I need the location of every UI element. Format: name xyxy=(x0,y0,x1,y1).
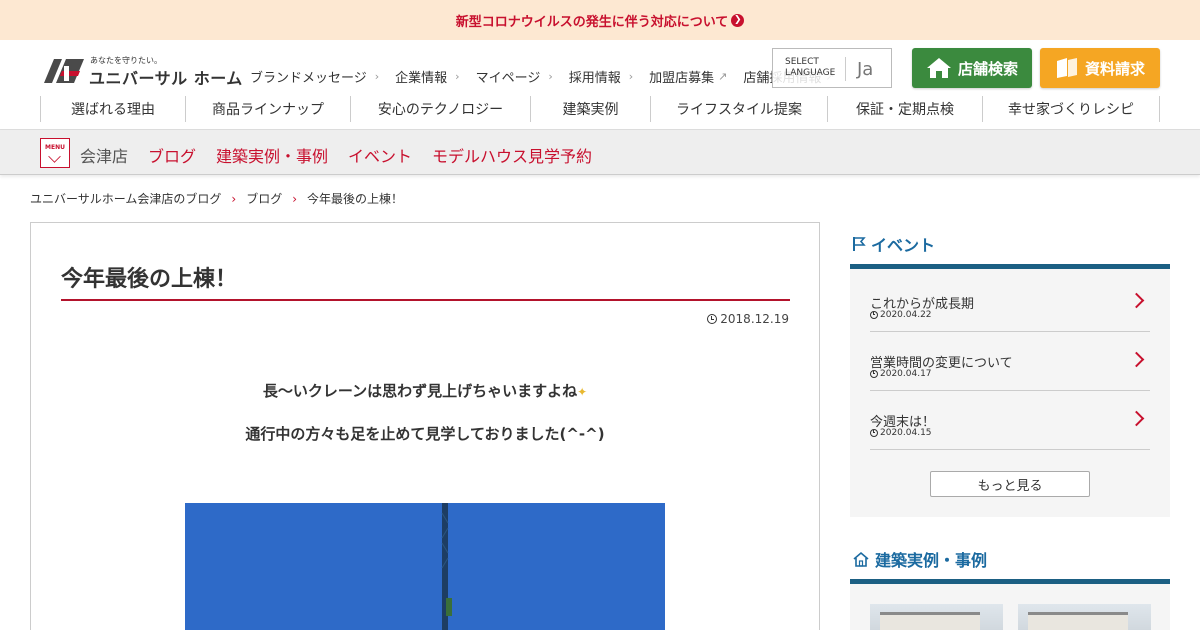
site-header: あなたを守りたい。 ユニバーサル ホーム ブランドメッセージ › 企業情報 › マイ… xyxy=(0,40,1200,130)
events-list: これからが成長期 2020.04.22 営業時間の変更について 2020.04.… xyxy=(850,269,1170,517)
menu-button[interactable]: MENU xyxy=(40,138,70,168)
main-nav-item[interactable]: 商品ラインナップ xyxy=(185,96,350,122)
events-heading: イベント xyxy=(852,232,935,256)
covid-notice-link[interactable]: 新型コロナウイルスの発生に伴う対応について ❯ xyxy=(456,11,745,30)
event-item[interactable]: 営業時間の変更について 2020.04.17 xyxy=(870,332,1150,391)
case-thumbnail[interactable] xyxy=(870,604,1003,630)
store-link-model-house[interactable]: モデルハウス見学予約 xyxy=(432,143,592,167)
breadcrumb-current: 今年最後の上棟！ xyxy=(307,192,404,206)
utility-nav: ブランドメッセージ› 企業情報› マイページ› 採用情報› 加盟店募集↗ 店舗採… xyxy=(250,67,851,86)
chevron-right-icon xyxy=(1128,351,1145,368)
chevron-right-icon: › xyxy=(628,70,634,83)
request-docs-button[interactable]: 資料請求 xyxy=(1040,48,1160,88)
nav-label: 採用情報 xyxy=(568,71,621,86)
chevron-right-icon: › xyxy=(292,191,298,206)
divider xyxy=(845,57,846,81)
breadcrumb-item[interactable]: ユニバーサルホーム会津店のブログ xyxy=(30,190,221,207)
nav-label: マイページ xyxy=(475,71,541,86)
nav-company-info[interactable]: 企業情報 › xyxy=(395,67,459,86)
store-link-blog[interactable]: ブログ xyxy=(148,143,196,167)
language-select-label: SELECT LANGUAGE xyxy=(785,57,836,78)
site-logo[interactable]: あなたを守りたい。 ユニバーサル ホーム xyxy=(40,53,242,88)
article-title: 今年最後の上棟！ xyxy=(61,267,238,292)
nav-label: ブランドメッセージ xyxy=(250,71,367,86)
article-paragraph: 長～いクレーンは思わず見上げちゃいますよね✦ xyxy=(262,382,588,400)
event-item[interactable]: 今週末は！ 2020.04.15 xyxy=(870,391,1150,450)
flag-icon xyxy=(853,237,866,251)
store-search-button[interactable]: 店舗検索 xyxy=(912,48,1032,88)
clock-icon xyxy=(870,429,878,437)
store-name: 会津店 xyxy=(80,147,129,166)
event-date: 2020.04.15 xyxy=(870,428,932,438)
nav-label: 加盟店募集 xyxy=(649,71,715,86)
main-nav-item[interactable]: 選ばれる理由 xyxy=(40,96,185,122)
nav-recruit[interactable]: 採用情報 › xyxy=(569,67,633,86)
main-nav: 選ばれる理由 商品ラインナップ 安心のテクノロジー 建築実例 ライフスタイル提案… xyxy=(40,96,1160,122)
chevron-right-icon: › xyxy=(548,70,553,83)
store-links: ブログ 建築実例・事例 イベント モデルハウス見学予約 xyxy=(148,143,592,167)
chevron-down-icon xyxy=(48,150,61,163)
nav-my-page[interactable]: マイページ › xyxy=(476,67,553,86)
house-image xyxy=(1028,612,1128,630)
event-date: 2020.04.22 xyxy=(870,310,932,320)
nav-franchise[interactable]: 加盟店募集 ↗ xyxy=(649,67,727,86)
chevron-right-icon: › xyxy=(374,70,380,83)
house-outline-icon xyxy=(853,551,869,567)
store-subnav: MENU 会津店 ブログ 建築実例・事例 イベント モデルハウス見学予約 xyxy=(0,130,1200,175)
blog-article: 今年最後の上棟！ 2018.12.19 長～いクレーンは思わず見上げちゃいますよ… xyxy=(30,222,820,630)
store-search-label: 店舗検索 xyxy=(957,59,1018,78)
chevron-circle-right-icon: ❯ xyxy=(731,13,745,27)
event-item[interactable]: これからが成長期 2020.04.22 xyxy=(870,273,1150,332)
main-nav-item[interactable]: 保証・定期点検 xyxy=(827,96,982,122)
main-nav-item[interactable]: ライフスタイル提案 xyxy=(650,96,827,122)
home-icon xyxy=(926,58,951,78)
main-nav-item[interactable]: 安心のテクノロジー xyxy=(350,96,530,122)
event-date: 2020.04.17 xyxy=(870,369,932,379)
store-link-events[interactable]: イベント xyxy=(348,143,412,167)
nav-brand-message[interactable]: ブランドメッセージ › xyxy=(250,67,379,86)
article-photo xyxy=(185,503,665,630)
logo-mark-icon xyxy=(44,59,84,83)
clock-icon xyxy=(870,370,878,378)
covid-notice-text: 新型コロナウイルスの発生に伴う対応について xyxy=(455,14,729,30)
chevron-right-icon xyxy=(1128,410,1145,427)
article-date-text: 2018.12.19 xyxy=(720,312,789,326)
cases-list xyxy=(850,584,1170,630)
cases-heading-text: 建築実例・事例 xyxy=(875,551,988,570)
language-select[interactable]: SELECT LANGUAGE Ja xyxy=(772,48,892,88)
chevron-right-icon: › xyxy=(455,70,460,83)
title-underline xyxy=(61,299,790,301)
sparkle-icon: ✦ xyxy=(577,385,588,399)
main-nav-item[interactable]: 建築実例 xyxy=(530,96,650,122)
main-nav-item[interactable]: 幸せ家づくりレシピ xyxy=(982,96,1160,122)
store-link-cases[interactable]: 建築実例・事例 xyxy=(216,143,328,167)
chevron-right-icon: › xyxy=(231,191,237,206)
breadcrumb-item[interactable]: ブログ xyxy=(246,190,282,207)
events-heading-text: イベント xyxy=(871,236,936,255)
more-events-button[interactable]: もっと見る xyxy=(930,471,1090,497)
nav-label: 企業情報 xyxy=(395,71,448,86)
notice-bar: 新型コロナウイルスの発生に伴う対応について ❯ xyxy=(0,0,1200,40)
case-thumbnail[interactable] xyxy=(1018,604,1151,630)
clock-icon xyxy=(870,311,878,319)
house-image xyxy=(880,612,980,630)
clock-icon xyxy=(707,314,718,324)
cases-heading: 建築実例・事例 xyxy=(852,547,987,571)
request-docs-label: 資料請求 xyxy=(1084,59,1145,78)
external-link-icon: ↗ xyxy=(718,70,728,83)
chevron-right-icon xyxy=(1128,292,1145,309)
language-select-value: Ja xyxy=(857,59,874,80)
crane-image xyxy=(441,503,452,630)
breadcrumb: ユニバーサルホーム会津店のブログ › ブログ › 今年最後の上棟！ xyxy=(30,190,403,207)
article-date: 2018.12.19 xyxy=(707,312,789,326)
brochure-icon xyxy=(1056,58,1077,78)
logo-name: ユニバーサル ホーム xyxy=(89,69,243,88)
article-paragraph: 通行中の方々も足を止めて見学しておりました(^-^) xyxy=(245,425,605,443)
